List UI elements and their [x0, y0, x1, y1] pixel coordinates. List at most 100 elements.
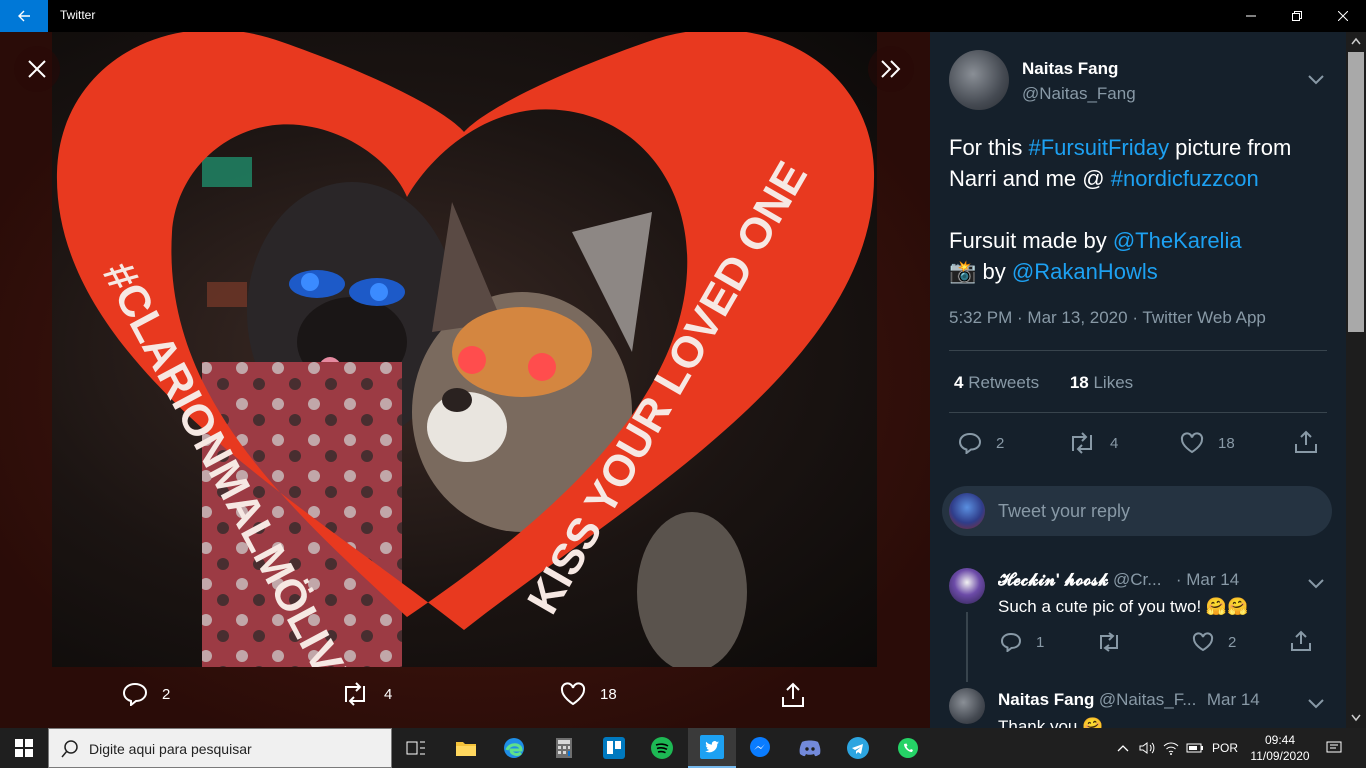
battery-button[interactable] [1184, 728, 1206, 768]
likes-stat[interactable]: 18 Likes [1070, 373, 1133, 392]
mention-link[interactable]: @RakanHowls [1012, 259, 1158, 284]
tweet-timestamp[interactable]: 5:32 PM · Mar 13, 2020 · Twitter Web App [949, 308, 1266, 328]
hashtag-link[interactable]: #nordicfuzzcon [1111, 166, 1259, 191]
window-title: Twitter [60, 8, 96, 22]
reply-reply-count: 1 [1036, 633, 1045, 651]
chevron-down-icon [1308, 699, 1324, 709]
scroll-down-icon[interactable] [1351, 714, 1361, 722]
reply-icon [958, 432, 982, 454]
reply-reply-button[interactable]: 1 [1000, 632, 1044, 652]
tweet-text-segment: Narri and me @ [949, 166, 1111, 191]
reply-button[interactable]: 2 [958, 432, 1004, 454]
reply-author-name[interactable]: 𝓗𝓮𝓬𝓴𝓲𝓷' 𝓱𝓸𝓸𝓼𝓴 [998, 570, 1109, 589]
start-button[interactable] [0, 728, 48, 768]
author-handle[interactable]: @Naitas_Fang [1022, 84, 1136, 104]
volume-button[interactable] [1136, 728, 1158, 768]
whatsapp-button[interactable] [884, 728, 932, 768]
thread-line [966, 612, 968, 682]
retweets-label: Retweets [968, 373, 1040, 392]
twitter-taskbar-button[interactable] [688, 728, 736, 768]
camera-flash-emoji: 📸 [949, 259, 977, 284]
reply-composer[interactable]: Tweet your reply [942, 486, 1332, 536]
retweets-stat[interactable]: 4 Retweets [954, 373, 1039, 392]
photo-illustration: #CLARIONMALMÖLIVE KISS YOUR LOVED ONE [56, 32, 875, 667]
reply-header: Naitas Fang @Naitas_F... Mar 14 [998, 690, 1298, 710]
user-avatar [949, 493, 985, 529]
tweet-text: For this #FursuitFriday picture from Nar… [949, 132, 1339, 287]
retweet-icon [1072, 432, 1092, 454]
reply-menu-button[interactable] [1308, 696, 1324, 714]
taskbar-search[interactable]: Digite aqui para pesquisar [48, 728, 392, 768]
share-icon [1291, 630, 1311, 651]
file-explorer-button[interactable] [442, 728, 490, 768]
edge-icon [504, 738, 524, 758]
reply-retweet-button[interactable] [1096, 632, 1122, 652]
show-hidden-icons-button[interactable] [1112, 728, 1134, 768]
reply-author-handle[interactable]: @Naitas_F... [1099, 690, 1197, 709]
close-window-button[interactable] [1320, 0, 1366, 32]
reply-icon [122, 682, 148, 706]
retweet-button[interactable]: 4 [1068, 432, 1118, 454]
like-button[interactable]: 18 [1180, 432, 1235, 454]
reply-date[interactable]: Mar 14 [1207, 690, 1260, 709]
close-media-button[interactable] [14, 46, 60, 92]
heart-icon [1180, 432, 1204, 454]
trello-button[interactable] [590, 728, 638, 768]
spotify-button[interactable] [638, 728, 686, 768]
hashtag-link[interactable]: #FursuitFriday [1028, 135, 1169, 160]
reply-author-name[interactable]: Naitas Fang [998, 690, 1094, 709]
edge-button[interactable] [490, 728, 538, 768]
task-view-button[interactable] [392, 728, 440, 768]
input-language-indicator[interactable]: POR [1208, 728, 1242, 768]
like-count: 18 [1218, 434, 1235, 452]
chevron-down-icon [1308, 579, 1324, 589]
taskbar-clock[interactable]: 09:44 11/09/2020 [1250, 732, 1310, 764]
messenger-icon [750, 737, 770, 757]
media-share-button[interactable] [780, 682, 806, 708]
search-placeholder[interactable]: Digite aqui para pesquisar [89, 741, 252, 757]
reply-avatar[interactable] [949, 568, 985, 604]
scroll-up-icon[interactable] [1351, 37, 1361, 45]
reply-input-placeholder[interactable]: Tweet your reply [998, 501, 1130, 522]
reply-like-button[interactable]: 2 [1192, 632, 1236, 652]
mention-link[interactable]: @TheKarelia [1113, 228, 1242, 253]
reply-date[interactable]: · Mar 14 [1176, 570, 1239, 589]
discord-button[interactable] [786, 728, 834, 768]
share-button[interactable] [1294, 430, 1318, 454]
retweets-count: 4 [954, 373, 964, 392]
author-avatar[interactable] [949, 50, 1009, 110]
minimize-icon [1246, 15, 1256, 17]
task-view-icon [406, 741, 425, 755]
reply-share-button[interactable] [1290, 630, 1312, 652]
battery-icon [1186, 743, 1203, 753]
tweet-text-segment: by [976, 259, 1012, 284]
likes-count: 18 [1069, 373, 1089, 392]
back-arrow-icon [18, 10, 30, 22]
reply-author-handle[interactable]: @Cr... [1113, 570, 1161, 589]
telegram-button[interactable] [834, 728, 882, 768]
tweet-photo[interactable]: #CLARIONMALMÖLIVE KISS YOUR LOVED ONE [52, 32, 877, 667]
wifi-button[interactable] [1160, 728, 1182, 768]
retweet-icon [1100, 632, 1118, 652]
windows-logo-icon [15, 739, 33, 757]
tweet-menu-button[interactable] [1308, 72, 1324, 90]
telegram-icon [847, 737, 869, 759]
action-center-button[interactable] [1322, 728, 1346, 768]
calculator-button[interactable] [540, 728, 588, 768]
tweet-detail-panel: Naitas Fang @Naitas_Fang For this #Fursu… [930, 32, 1366, 728]
share-icon [782, 682, 804, 707]
messenger-button[interactable] [736, 728, 784, 768]
media-reply-button[interactable]: 2 [122, 682, 170, 706]
scrollbar[interactable] [1346, 32, 1366, 728]
media-retweet-button[interactable]: 4 [340, 682, 392, 706]
expand-panel-button[interactable] [868, 46, 914, 92]
author-name[interactable]: Naitas Fang [1022, 59, 1136, 79]
minimize-button[interactable] [1228, 0, 1274, 32]
restore-button[interactable] [1274, 0, 1320, 32]
reply-avatar[interactable] [949, 688, 985, 724]
back-button[interactable] [0, 0, 48, 32]
media-like-button[interactable]: 18 [560, 682, 617, 706]
whatsapp-icon [898, 738, 918, 758]
scrollbar-thumb[interactable] [1348, 52, 1364, 332]
reply-menu-button[interactable] [1308, 576, 1324, 594]
